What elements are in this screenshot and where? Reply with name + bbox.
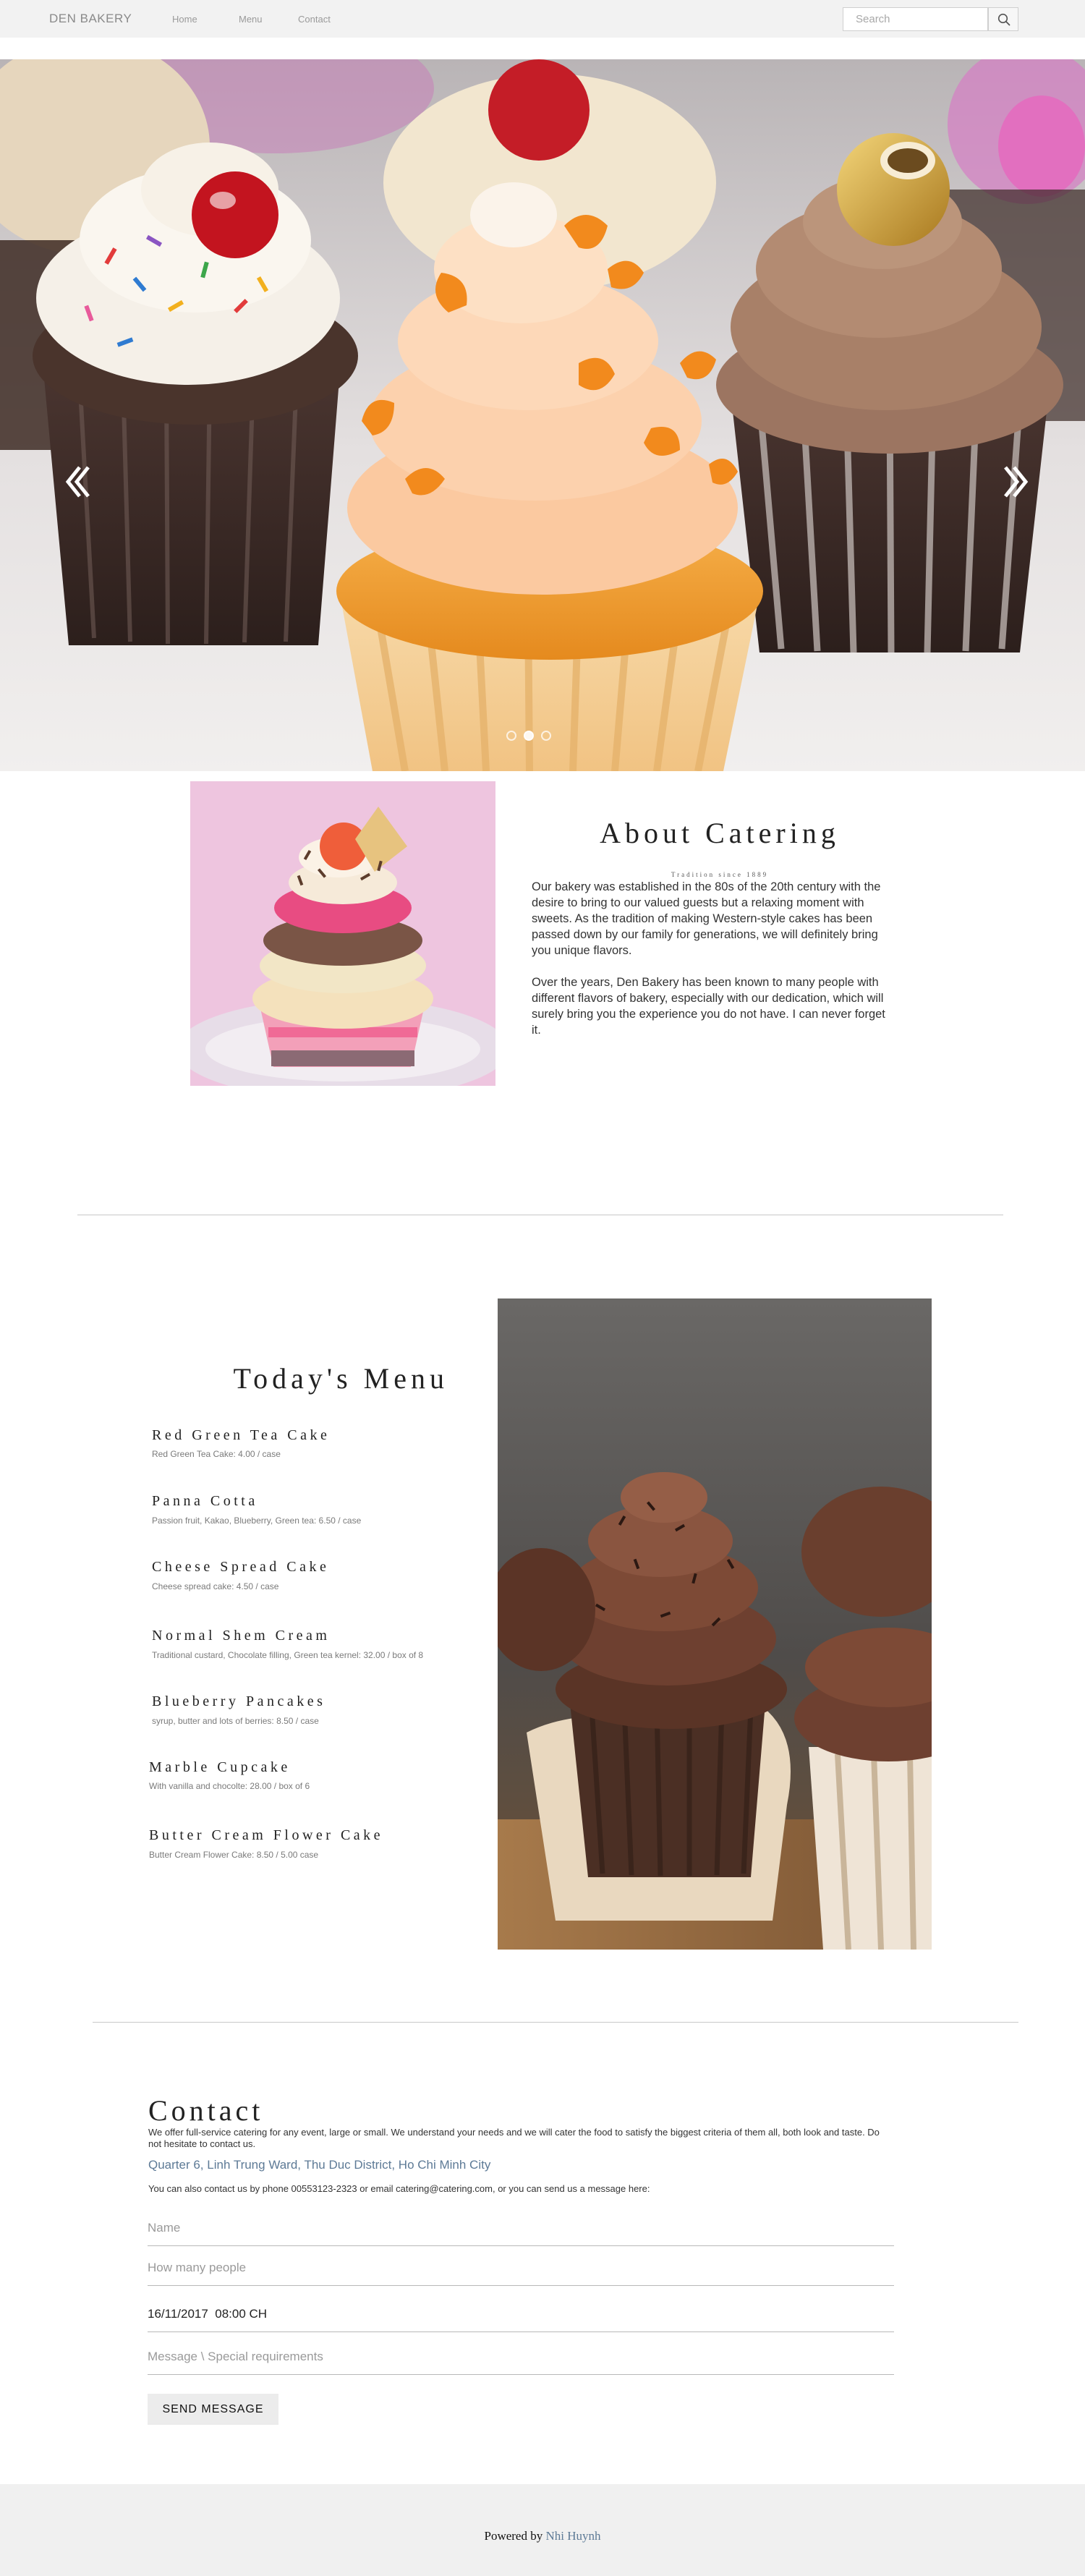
about-title: About Catering: [600, 817, 840, 849]
hero-cupcakes-image: [0, 59, 1085, 771]
menu-item-desc: Butter Cream Flower Cake: 8.50 / 5.00 ca…: [149, 1850, 319, 1860]
name-field[interactable]: [148, 2210, 894, 2246]
carousel-next-button[interactable]: [1001, 463, 1030, 501]
nav-link-home[interactable]: Home: [172, 14, 197, 25]
people-count-field[interactable]: [148, 2250, 894, 2286]
carousel-indicators: [506, 731, 579, 742]
menu-item-desc: syrup, butter and lots of berries: 8.50 …: [152, 1716, 319, 1726]
about-cupcake-image: [190, 781, 495, 1086]
message-field[interactable]: [148, 2339, 894, 2375]
chevron-double-left-icon: [65, 466, 90, 498]
search-button[interactable]: [988, 7, 1018, 31]
menu-item-name: Butter Cream Flower Cake: [149, 1827, 384, 1843]
carousel-prev-button[interactable]: [64, 463, 93, 501]
section-divider: [93, 2022, 1018, 2023]
contact-address: Quarter 6, Linh Trung Ward, Thu Duc Dist…: [148, 2158, 491, 2172]
contact-title: Contact: [148, 2094, 264, 2127]
menu-item-desc: With vanilla and chocolte: 28.00 / box o…: [149, 1781, 310, 1791]
carousel-dot-1[interactable]: [506, 731, 516, 741]
menu-title: Today's Menu: [233, 1362, 448, 1395]
menu-item-desc: Passion fruit, Kakao, Blueberry, Green t…: [152, 1516, 362, 1526]
about-subtitle: Tradition since 1889: [671, 871, 769, 878]
navbar: DEN BAKERY Home Menu Contact: [0, 0, 1085, 38]
menu-item-name: Normal Shem Cream: [152, 1628, 331, 1644]
author-link[interactable]: Nhi Huynh: [545, 2529, 600, 2543]
nav-link-menu[interactable]: Menu: [239, 14, 263, 25]
chevron-double-right-icon: [1004, 466, 1029, 498]
menu-item-name: Cheese Spread Cake: [152, 1559, 330, 1575]
search-input[interactable]: [843, 7, 988, 31]
menu-item-desc: Cheese spread cake: 4.50 / case: [152, 1581, 279, 1591]
nav-link-contact[interactable]: Contact: [298, 14, 331, 25]
carousel-dot-2[interactable]: [524, 731, 534, 741]
carousel-dot-3[interactable]: [541, 731, 551, 741]
footer-credit: Powered by Nhi Huynh: [0, 2529, 1085, 2543]
menu-item-name: Marble Cupcake: [149, 1759, 291, 1775]
menu-item-name: Red Green Tea Cake: [152, 1427, 331, 1443]
menu-item-name: Panna Cotta: [152, 1493, 258, 1509]
footer-prefix: Powered by: [484, 2529, 546, 2543]
datetime-field[interactable]: [148, 2296, 894, 2332]
footer: Powered by Nhi Huynh: [0, 2484, 1085, 2576]
send-message-button[interactable]: SEND MESSAGE: [148, 2394, 278, 2425]
menu-item-name: Blueberry Pancakes: [152, 1693, 326, 1709]
about-paragraph-1: Our bakery was established in the 80s of…: [532, 880, 881, 957]
menu-chocolate-cupcake-image: [498, 1298, 932, 1950]
search-icon: [997, 13, 1010, 26]
brand-logo[interactable]: DEN BAKERY: [49, 12, 132, 26]
about-paragraph-2: Over the years, Den Bakery has been know…: [532, 976, 885, 1037]
menu-item-desc: Traditional custard, Chocolate filling, …: [152, 1650, 424, 1660]
hero-carousel: [0, 59, 1085, 771]
menu-item-desc: Red Green Tea Cake: 4.00 / case: [152, 1449, 281, 1459]
contact-reach-text: You can also contact us by phone 0055312…: [148, 2183, 650, 2194]
contact-intro: We offer full-service catering for any e…: [148, 2127, 880, 2149]
